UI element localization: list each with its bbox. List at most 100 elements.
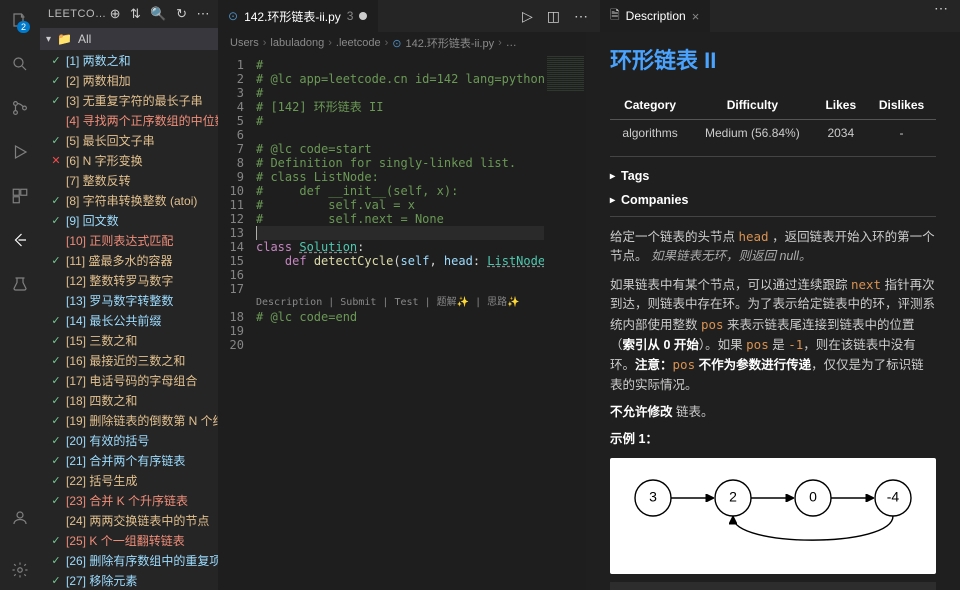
- tab-file-label: 142.环形链表-ii.py: [244, 8, 341, 25]
- meta-table: Category Difficulty Likes Dislikes algor…: [610, 92, 936, 146]
- search-problems-icon[interactable]: 🔍: [150, 6, 167, 22]
- tab-description-label: Description: [626, 9, 686, 23]
- status-icon: ✓: [50, 254, 62, 267]
- status-icon: ✓: [50, 374, 62, 387]
- problem-item[interactable]: ✓[26] 删除有序数组中的重复项: [44, 550, 218, 570]
- python-file-icon: ⊙: [228, 9, 238, 23]
- tab-description[interactable]: 🗎 Description ×: [600, 0, 710, 32]
- run-icon[interactable]: ▷: [522, 8, 533, 25]
- problem-item[interactable]: ✓[22] 括号生成: [44, 470, 218, 490]
- problem-title: 环形链表 II: [610, 44, 936, 78]
- meta-value: algorithms: [610, 119, 690, 146]
- sort-icon[interactable]: ⇅: [130, 6, 141, 22]
- problem-item[interactable]: [10] 正则表达式匹配: [44, 230, 218, 250]
- problem-item[interactable]: ✓[23] 合并 K 个升序链表: [44, 490, 218, 510]
- problem-item[interactable]: [24] 两两交换链表中的节点: [44, 510, 218, 530]
- minimap[interactable]: [544, 54, 586, 380]
- activity-bar: 2: [0, 0, 40, 590]
- svg-text:-4: -4: [887, 488, 900, 504]
- problem-item[interactable]: ✓[25] K 个一组翻转链表: [44, 530, 218, 550]
- source-control-icon[interactable]: [8, 96, 32, 120]
- status-icon: ✓: [50, 554, 62, 567]
- status-icon: ✓: [50, 134, 62, 147]
- refresh-icon[interactable]: ↻: [176, 6, 187, 22]
- close-icon[interactable]: ×: [692, 9, 700, 24]
- svg-text:0: 0: [809, 488, 817, 504]
- companies-toggle[interactable]: ▸Companies: [610, 191, 936, 210]
- more-icon[interactable]: ⋯: [197, 6, 211, 22]
- problem-item[interactable]: [4] 寻找两个正序数组的中位数: [44, 110, 218, 130]
- tab-bar: ⊙ 142.环形链表-ii.py 3 ▷ ◫ ⋯ 🗎 Description ×…: [218, 0, 960, 32]
- problem-list[interactable]: ✓[1] 两数之和✓[2] 两数相加✓[3] 无重复字符的最长子串[4] 寻找两…: [40, 50, 218, 590]
- status-icon: ✓: [50, 434, 62, 447]
- problem-item[interactable]: ✓[14] 最长公共前缀: [44, 310, 218, 330]
- breadcrumb-seg[interactable]: .leetcode: [336, 37, 381, 49]
- problem-item[interactable]: ✓[15] 三数之和: [44, 330, 218, 350]
- status-icon: ✓: [50, 494, 62, 507]
- activity-badge: 2: [17, 21, 30, 33]
- status-icon: ✓: [50, 54, 62, 67]
- testing-icon[interactable]: [8, 272, 32, 296]
- breadcrumb-more[interactable]: …: [506, 37, 517, 49]
- problem-item[interactable]: ✓[17] 电话号码的字母组合: [44, 370, 218, 390]
- problem-item[interactable]: ✓[5] 最长回文子串: [44, 130, 218, 150]
- split-editor-icon[interactable]: ◫: [547, 8, 560, 25]
- problem-item[interactable]: ✓[11] 盛最多水的容器: [44, 250, 218, 270]
- problem-item[interactable]: ✓[18] 四数之和: [44, 390, 218, 410]
- breadcrumb-seg[interactable]: Users: [230, 37, 259, 49]
- status-icon: ✓: [50, 574, 62, 587]
- meta-value: Medium (56.84%): [690, 119, 814, 146]
- status-icon: ✓: [50, 334, 62, 347]
- meta-header: Difficulty: [690, 92, 814, 119]
- status-icon: ✓: [50, 214, 62, 227]
- modified-dot-icon: [359, 12, 367, 20]
- extensions-icon[interactable]: [8, 184, 32, 208]
- meta-value: 2034: [815, 119, 867, 146]
- account-icon[interactable]: [8, 506, 32, 530]
- problem-item[interactable]: ✓[9] 回文数: [44, 210, 218, 230]
- all-label: All: [78, 32, 91, 46]
- problem-item[interactable]: [7] 整数反转: [44, 170, 218, 190]
- meta-header: Likes: [815, 92, 867, 119]
- problem-item[interactable]: ✓[21] 合并两个有序链表: [44, 450, 218, 470]
- problem-item[interactable]: ✓[3] 无重复字符的最长子串: [44, 90, 218, 110]
- line-gutter: 1234567891011121314151617181920: [218, 54, 252, 380]
- example-1-figure: 320-4: [610, 458, 936, 574]
- problem-item[interactable]: ✓[16] 最接近的三数之和: [44, 350, 218, 370]
- status-icon: ✓: [50, 534, 62, 547]
- meta-header: Dislikes: [867, 92, 936, 119]
- panel-more-icon[interactable]: ⋯: [934, 0, 948, 32]
- status-icon: ✓: [50, 474, 62, 487]
- status-icon: ✓: [50, 414, 62, 427]
- debug-icon[interactable]: [8, 140, 32, 164]
- breadcrumb-seg[interactable]: labuladong: [270, 37, 324, 49]
- sidebar: LEETCODE: PRO… ⊕ ⇅ 🔍 ↻ ⋯ ▾ 📁 All ✓[1] 两数…: [40, 0, 218, 590]
- tab-file[interactable]: ⊙ 142.环形链表-ii.py 3: [218, 0, 378, 32]
- problem-item[interactable]: ✓[2] 两数相加: [44, 70, 218, 90]
- sidebar-all-section[interactable]: ▾ 📁 All: [40, 28, 218, 50]
- problem-item[interactable]: ✓[27] 移除元素: [44, 570, 218, 590]
- leetcode-icon[interactable]: [8, 228, 32, 252]
- tags-toggle[interactable]: ▸Tags: [610, 167, 936, 186]
- problem-item[interactable]: [12] 整数转罗马数字: [44, 270, 218, 290]
- description-panel: 环形链表 II Category Difficulty Likes Dislik…: [586, 32, 960, 590]
- status-icon: ✓: [50, 394, 62, 407]
- globe-icon[interactable]: ⊕: [110, 6, 121, 22]
- breadcrumb[interactable]: Users› labuladong› .leetcode› ⊙ 142.环形链表…: [218, 32, 586, 54]
- main-area: ⊙ 142.环形链表-ii.py 3 ▷ ◫ ⋯ 🗎 Description ×…: [218, 0, 960, 590]
- problem-item[interactable]: ✓[20] 有效的括号: [44, 430, 218, 450]
- breadcrumb-file[interactable]: 142.环形链表-ii.py: [405, 35, 494, 51]
- example-1-io: 输入：head = [3,2,0,-4], pos = 1 输出：返回索引为 1…: [610, 582, 936, 590]
- problem-item[interactable]: ✕[6] N 字形变换: [44, 150, 218, 170]
- explorer-icon[interactable]: 2: [8, 8, 32, 32]
- search-icon[interactable]: [8, 52, 32, 76]
- problem-item[interactable]: ✓[1] 两数之和: [44, 50, 218, 70]
- settings-icon[interactable]: [8, 558, 32, 582]
- sidebar-header: LEETCODE: PRO… ⊕ ⇅ 🔍 ↻ ⋯: [40, 0, 218, 28]
- problem-item[interactable]: [13] 罗马数字转整数: [44, 290, 218, 310]
- more-actions-icon[interactable]: ⋯: [574, 8, 588, 25]
- code-editor[interactable]: 1234567891011121314151617181920 ## @lc a…: [218, 54, 586, 380]
- problem-item[interactable]: ✓[19] 删除链表的倒数第 N 个结点: [44, 410, 218, 430]
- problem-item[interactable]: ✓[8] 字符串转换整数 (atoi): [44, 190, 218, 210]
- code-body[interactable]: ## @lc app=leetcode.cn id=142 lang=pytho…: [252, 54, 544, 380]
